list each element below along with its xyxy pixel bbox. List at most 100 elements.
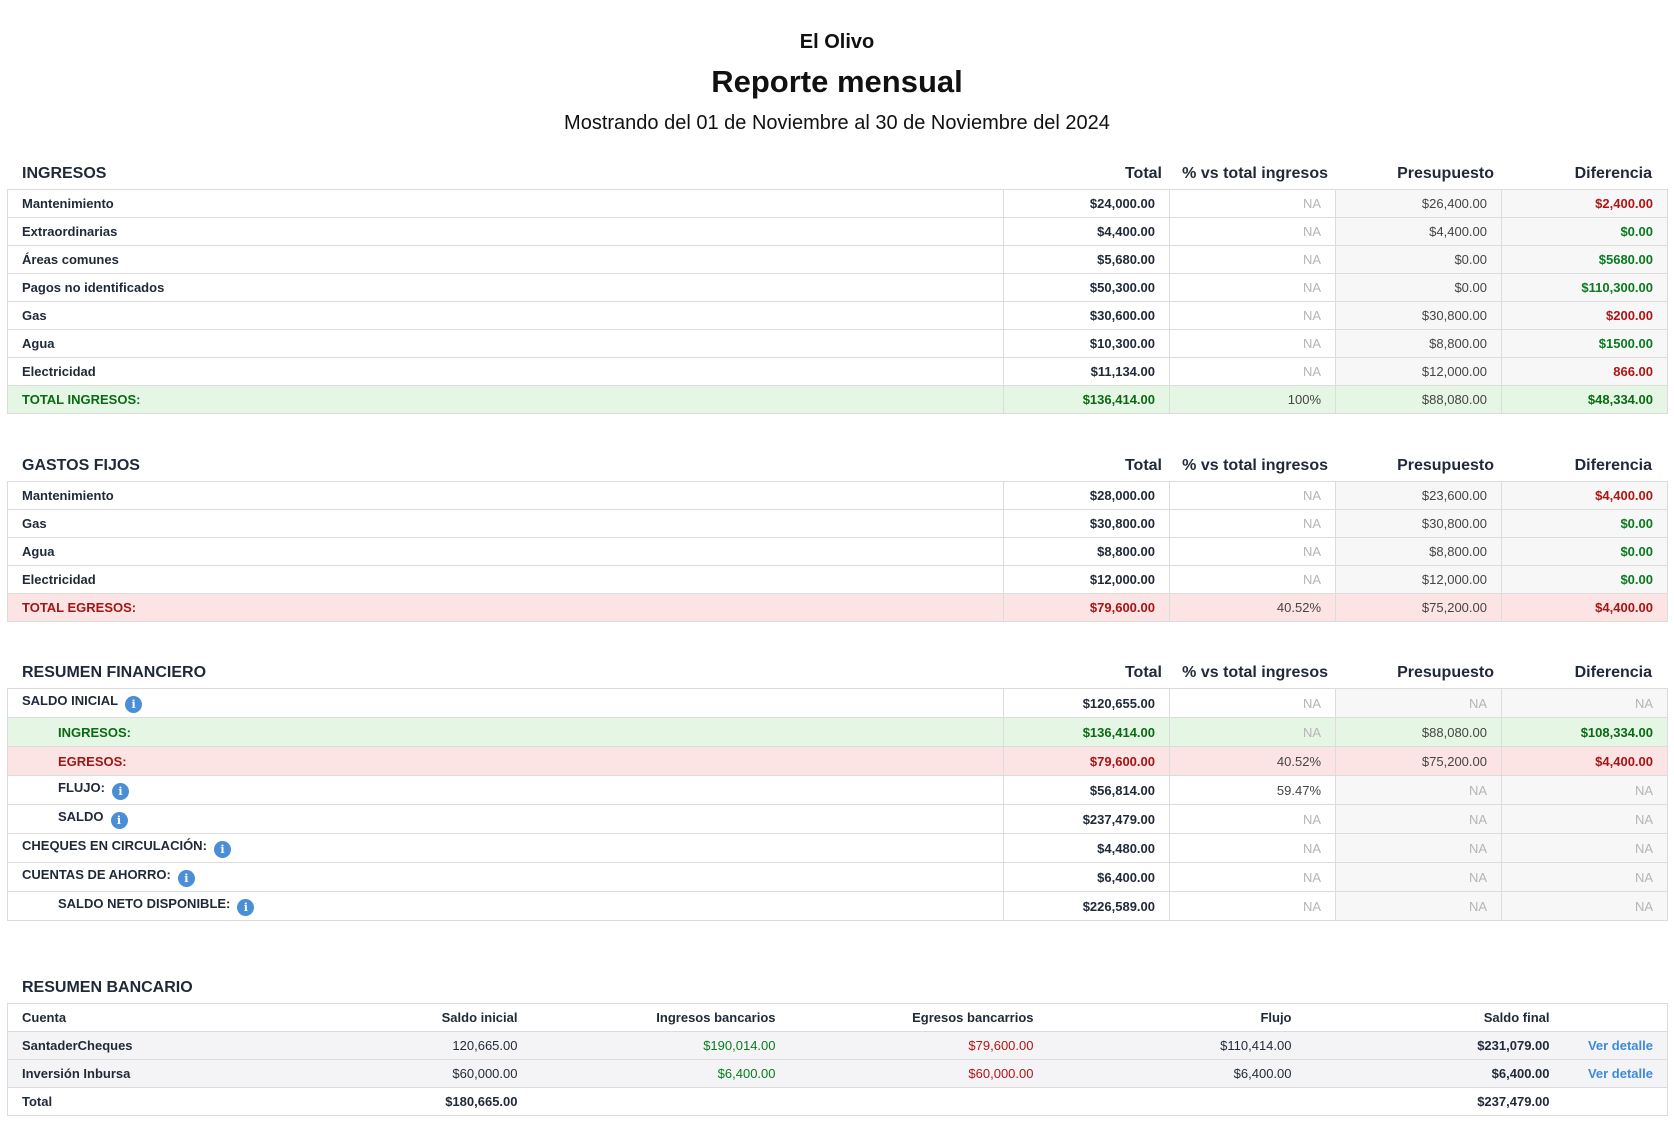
row-diferencia: NA (1501, 833, 1668, 863)
total-pct: 40.52% (1169, 593, 1336, 622)
ver-detalle-link[interactable]: Ver detalle (1588, 1066, 1653, 1081)
resumen-bancario-section: RESUMEN BANCARIO Cuenta Saldo inicial In… (7, 973, 1668, 1116)
table-row: SALDO NETO DISPONIBLE: i $226,589.00 NA N… (7, 891, 1668, 921)
row-total: $4,400.00 (1003, 217, 1170, 246)
row-label: Extraordinarias (7, 217, 1004, 246)
total-total: $136,414.00 (1003, 385, 1170, 414)
row-diferencia: $0.00 (1501, 537, 1668, 566)
table-row: Gas $30,800.00 NA $30,800.00 $0.00 (7, 509, 1668, 538)
row-diferencia: $2,400.00 (1501, 189, 1668, 218)
row-flujo: $110,414.00 (1047, 1031, 1306, 1060)
row-pct: NA (1169, 688, 1336, 718)
col-total: Total (1124, 165, 1162, 182)
row-pct: NA (1169, 245, 1336, 274)
row-label: INGRESOS: (7, 717, 1004, 747)
row-action: Ver detalle (1563, 1031, 1668, 1060)
table-row: Electricidad $12,000.00 NA $12,000.00 $0… (7, 565, 1668, 594)
table-row: INGRESOS: $136,414.00 NA $88,080.00 $108… (7, 717, 1668, 747)
col-presupuesto: Presupuesto (1397, 664, 1494, 681)
row-label: SALDO NETO DISPONIBLE: i (7, 891, 1004, 921)
row-pct: NA (1169, 509, 1336, 538)
row-total: $12,000.00 (1003, 565, 1170, 594)
row-presupuesto: $23,600.00 (1335, 481, 1502, 510)
info-icon[interactable]: i (177, 870, 195, 887)
section-title: INGRESOS (22, 165, 107, 182)
row-presupuesto: NA (1335, 804, 1502, 834)
row-diferencia: NA (1501, 804, 1668, 834)
table-row: Áreas comunes $5,680.00 NA $0.00 $5680.0… (7, 245, 1668, 274)
label-text: FLUJO: (58, 780, 105, 795)
ver-detalle-link[interactable]: Ver detalle (1588, 1038, 1653, 1053)
total-presupuesto: $75,200.00 (1335, 593, 1502, 622)
bancario-table: Cuenta Saldo inicial Ingresos bancarios … (7, 1003, 1668, 1116)
row-presupuesto: $8,800.00 (1335, 329, 1502, 358)
row-diferencia: NA (1501, 891, 1668, 921)
resumen-financiero-section: RESUMEN FINANCIERO Total % vs total ingr… (7, 657, 1668, 921)
row-presupuesto: $12,000.00 (1335, 357, 1502, 386)
table-row: FLUJO: i $56,814.00 59.47% NA NA (7, 775, 1668, 805)
row-presupuesto: $8,800.00 (1335, 537, 1502, 566)
row-ingresos: $190,014.00 (531, 1031, 790, 1060)
row-total: $136,414.00 (1003, 717, 1170, 747)
row-action: Ver detalle (1563, 1059, 1668, 1088)
row-pct: NA (1169, 357, 1336, 386)
row-total: $79,600.00 (1003, 746, 1170, 776)
table-row: Extraordinarias $4,400.00 NA $4,400.00 $… (7, 217, 1668, 246)
info-icon[interactable]: i (110, 812, 128, 829)
table-row: Mantenimiento $28,000.00 NA $23,600.00 $… (7, 481, 1668, 510)
total-empty (1047, 1087, 1306, 1116)
row-label: Mantenimiento (7, 189, 1004, 218)
row-label: CHEQUES EN CIRCULACIÓN: i (7, 833, 1004, 863)
row-presupuesto: $88,080.00 (1335, 717, 1502, 747)
info-icon[interactable]: i (111, 783, 129, 800)
info-icon[interactable]: i (125, 696, 143, 713)
label-text: CHEQUES EN CIRCULACIÓN: (22, 838, 207, 853)
gastos-section: GASTOS FIJOS Total % vs total ingresos P… (7, 450, 1668, 622)
row-label: Electricidad (7, 565, 1004, 594)
row-pct: NA (1169, 481, 1336, 510)
total-empty (531, 1087, 790, 1116)
row-total: $50,300.00 (1003, 273, 1170, 302)
table-row: Inversión Inbursa $60,000.00 $6,400.00 $… (7, 1059, 1668, 1088)
row-egresos: $79,600.00 (789, 1031, 1048, 1060)
table-row: Electricidad $11,134.00 NA $12,000.00 86… (7, 357, 1668, 386)
row-presupuesto: $4,400.00 (1335, 217, 1502, 246)
col-saldo-final: Saldo final (1305, 1003, 1564, 1032)
row-presupuesto: $26,400.00 (1335, 189, 1502, 218)
row-label: CUENTAS DE AHORRO: i (7, 862, 1004, 892)
total-row: Total $180,665.00 $237,479.00 (7, 1087, 1668, 1116)
total-empty (1563, 1087, 1668, 1116)
col-presupuesto: Presupuesto (1397, 165, 1494, 182)
org-name: El Olivo (799, 31, 875, 53)
row-pct: NA (1169, 189, 1336, 218)
row-diferencia: $110,300.00 (1501, 273, 1668, 302)
row-total: $8,800.00 (1003, 537, 1170, 566)
row-diferencia: $5680.00 (1501, 245, 1668, 274)
table-row: Mantenimiento $24,000.00 NA $26,400.00 $… (7, 189, 1668, 218)
total-label: TOTAL INGRESOS: (7, 385, 1004, 414)
info-icon[interactable]: i (237, 899, 255, 916)
row-diferencia: $1500.00 (1501, 329, 1668, 358)
table-row: Agua $8,800.00 NA $8,800.00 $0.00 (7, 537, 1668, 566)
info-icon[interactable]: i (213, 841, 231, 858)
row-pct: NA (1169, 537, 1336, 566)
table-row: SALDO i $237,479.00 NA NA NA (7, 804, 1668, 834)
row-label: SALDO INICIAL i (7, 688, 1004, 718)
label-text: SALDO (58, 809, 104, 824)
total-pct: 100% (1169, 385, 1336, 414)
col-presupuesto: Presupuesto (1397, 457, 1494, 474)
row-total: $56,814.00 (1003, 775, 1170, 805)
row-diferencia: $4,400.00 (1501, 746, 1668, 776)
total-diferencia: $48,334.00 (1501, 385, 1668, 414)
row-pct: NA (1169, 565, 1336, 594)
row-total: $237,479.00 (1003, 804, 1170, 834)
col-flujo: Flujo (1047, 1003, 1306, 1032)
total-presupuesto: $88,080.00 (1335, 385, 1502, 414)
col-diferencia: Diferencia (1574, 664, 1652, 681)
row-total: $120,655.00 (1003, 688, 1170, 718)
col-actions (1563, 1003, 1668, 1032)
bancario-header: RESUMEN BANCARIO (7, 973, 1667, 1003)
row-presupuesto: NA (1335, 833, 1502, 863)
row-saldo-final: $231,079.00 (1305, 1031, 1564, 1060)
col-diferencia: Diferencia (1574, 457, 1652, 474)
